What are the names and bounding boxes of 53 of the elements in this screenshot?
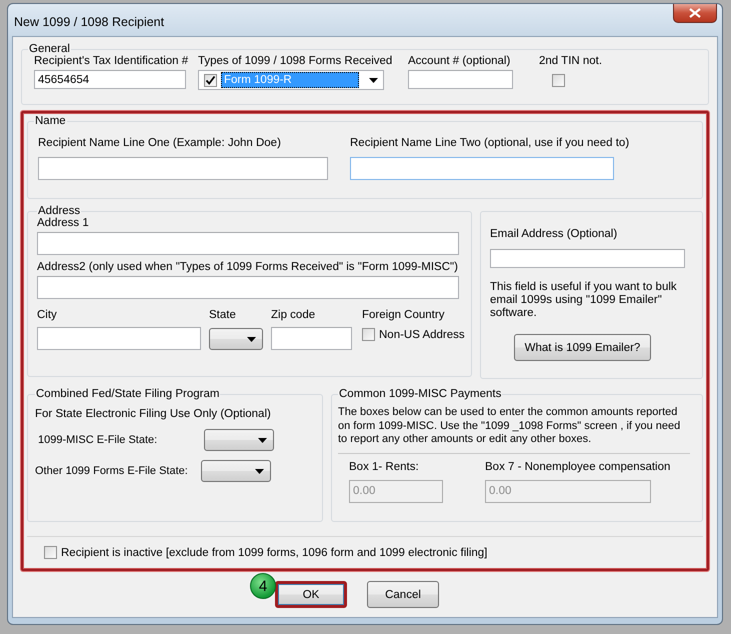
field-label: Account # (optional) <box>408 55 512 67</box>
group-title: Common 1099-MISC Payments <box>338 388 502 400</box>
field-label: State <box>209 309 237 321</box>
group-title: Address <box>37 205 82 217</box>
name-line-one-field[interactable] <box>38 157 328 180</box>
field-label: Box 7 - Nonemployee compensation <box>485 460 670 472</box>
dropdown-arrow-icon <box>258 438 267 442</box>
other-state-dropdown[interactable] <box>201 460 271 482</box>
email-field[interactable] <box>490 249 685 268</box>
ok-button[interactable]: OK <box>275 581 347 608</box>
checkbox-label: Recipient is inactive [exclude from 1099 forms, 1096 form and 1099 electronic filing] <box>61 546 488 558</box>
emailer-info-button[interactable]: What is 1099 Emailer? <box>514 334 651 361</box>
zip-code-field[interactable] <box>271 327 352 350</box>
dropdown-arrow-icon <box>369 78 378 82</box>
checkbox[interactable] <box>362 328 375 341</box>
address-1-field[interactable] <box>37 232 459 255</box>
checkbox[interactable] <box>204 74 217 86</box>
dropdown-arrow-icon <box>247 336 256 342</box>
name-line-two-field[interactable] <box>350 157 614 180</box>
field-label: Address2 (only used when "Types of 1099 Forms Received" is "Form 1099-MISC") <box>37 261 459 273</box>
field-label: Address 1 <box>37 217 90 229</box>
cancel-button[interactable]: Cancel <box>367 581 439 608</box>
account-field[interactable] <box>408 70 513 89</box>
field-label: Foreign Country <box>362 309 446 321</box>
help-text: The boxes below can be used to enter the common amounts reported on form 1099-MISC. Use the "1099 _1098 Forms" screen , if you need to report any other amounts or edit any other boxes. <box>338 406 690 454</box>
misc-state-dropdown[interactable] <box>204 429 274 451</box>
help-text: For State Electronic Filing Use Only (Optional) <box>35 408 272 420</box>
checkbox[interactable] <box>552 74 565 87</box>
field-label: Email Address (Optional) <box>490 228 618 240</box>
help-text: This field is useful if you want to bulk email 1099s using "1099 Emailer" software. <box>490 281 678 320</box>
group-title: General <box>28 43 71 55</box>
field-label: Recipient Name Line Two (optional, use if you need to) <box>350 137 630 149</box>
tax-id-field[interactable]: 45654654 <box>34 70 186 89</box>
address-2-field[interactable] <box>37 276 459 299</box>
close-button[interactable] <box>673 4 717 23</box>
window-title: New 1099 / 1098 Recipient <box>14 15 164 29</box>
city-field[interactable] <box>37 327 201 350</box>
checkbox-label: Non-US Address <box>379 328 465 340</box>
state-dropdown[interactable] <box>209 328 263 350</box>
group-title: Name <box>34 115 67 127</box>
field-label: Other 1099 Forms E-File State: <box>35 465 189 477</box>
close-icon <box>689 8 701 18</box>
field-label: Recipient's Tax Identification # <box>34 55 190 67</box>
field-label: Box 1- Rents: <box>349 460 420 472</box>
field-label: 2nd TIN not. <box>539 55 602 67</box>
dropdown-arrow-icon <box>255 468 264 474</box>
field-label: Zip code <box>271 309 316 321</box>
field-label: Recipient Name Line One (Example: John Doe) <box>38 137 282 149</box>
field-label: Types of 1099 / 1098 Forms Received <box>198 55 394 67</box>
step-badge: 4 <box>250 573 276 599</box>
field-label: City <box>37 309 58 321</box>
group-title: Combined Fed/State Filing Program <box>35 388 220 400</box>
field-label: 1099-MISC E-File State: <box>37 434 158 446</box>
